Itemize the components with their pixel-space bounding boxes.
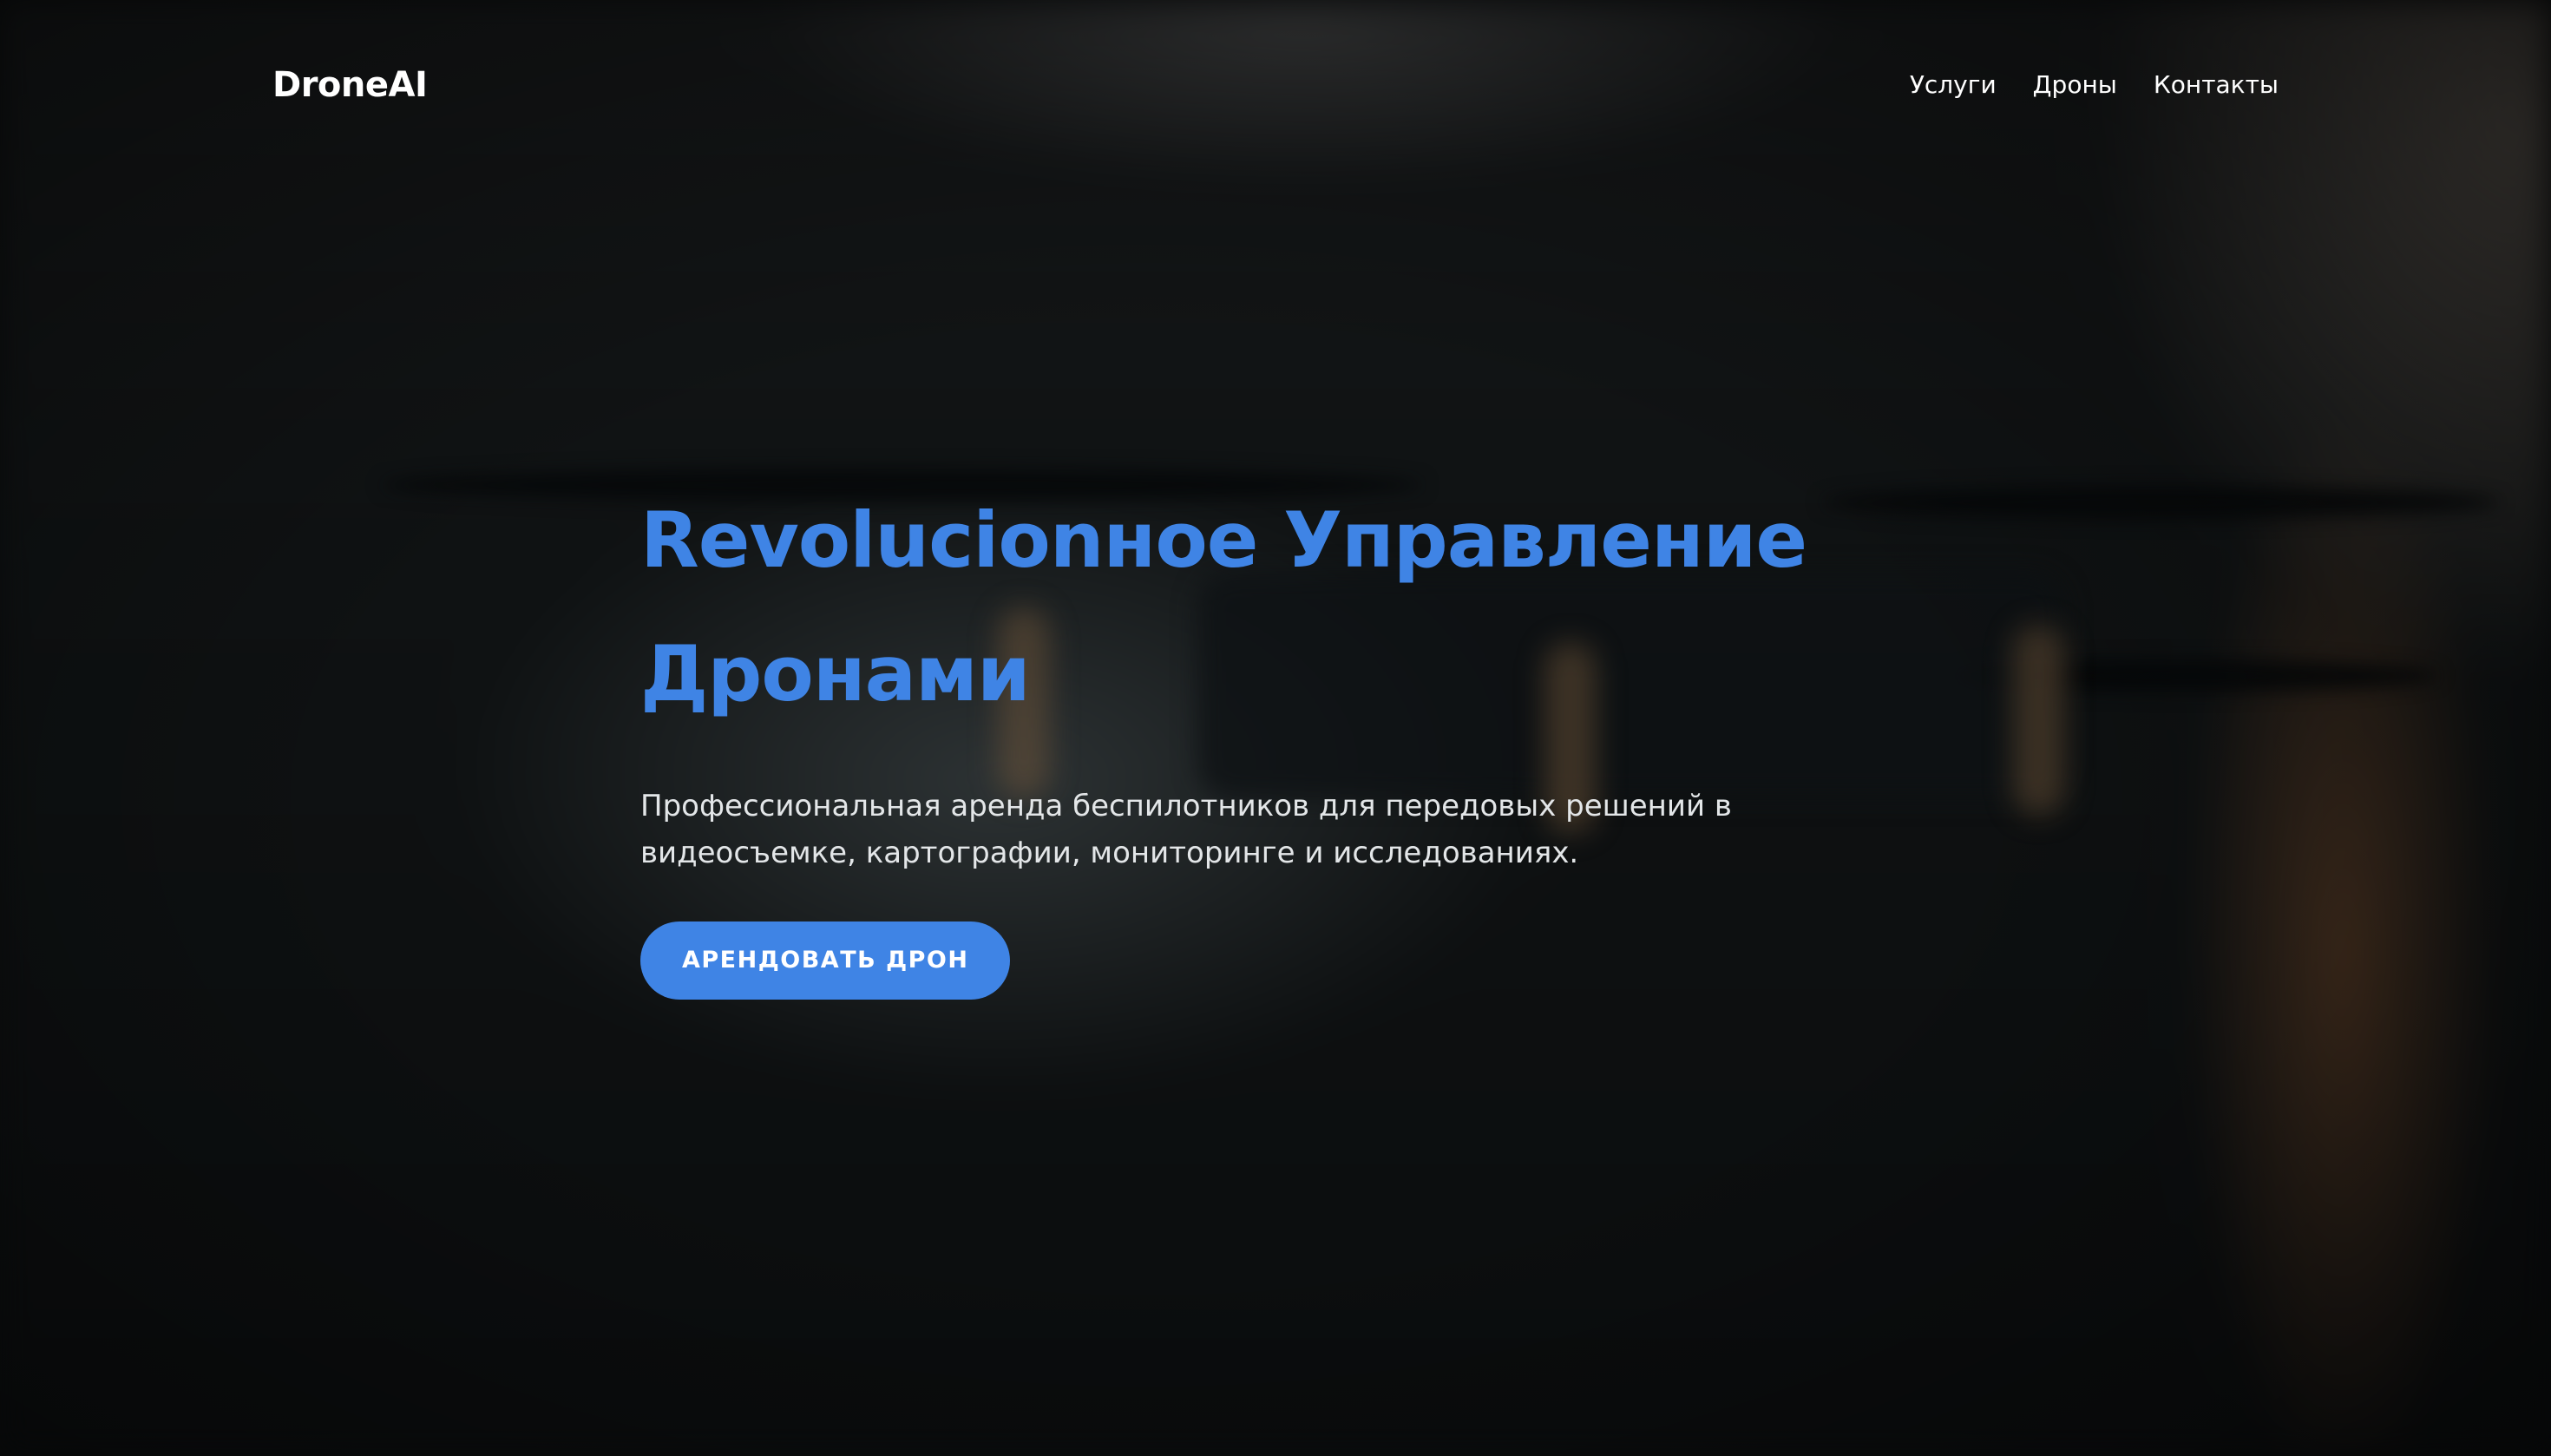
nav-item-services: Услуги [1910,66,1997,104]
nav-item-contacts: Контакты [2154,66,2279,104]
nav-link-contacts[interactable]: Контакты [2154,70,2279,99]
nav-link-services[interactable]: Услуги [1910,70,1997,99]
hero-section: Revolucionное Управление Дронами Професс… [640,474,1942,1000]
nav-item-drones: Дроны [2033,66,2117,104]
rent-drone-button[interactable]: АРЕНДОВАТЬ ДРОН [640,921,1011,1000]
nav-link-drones[interactable]: Дроны [2033,70,2117,99]
page: DroneAI Услуги Дроны Контакты Revolucion… [0,0,2551,1456]
hero-subtitle: Профессиональная аренда беспилотников дл… [640,789,1732,870]
site-header: DroneAI Услуги Дроны Контакты [0,0,2551,170]
hero-title: Revolucionное Управление Дронами [640,495,1807,718]
logo[interactable]: DroneAI [272,61,428,109]
main-nav: Услуги Дроны Контакты [1910,66,2279,104]
